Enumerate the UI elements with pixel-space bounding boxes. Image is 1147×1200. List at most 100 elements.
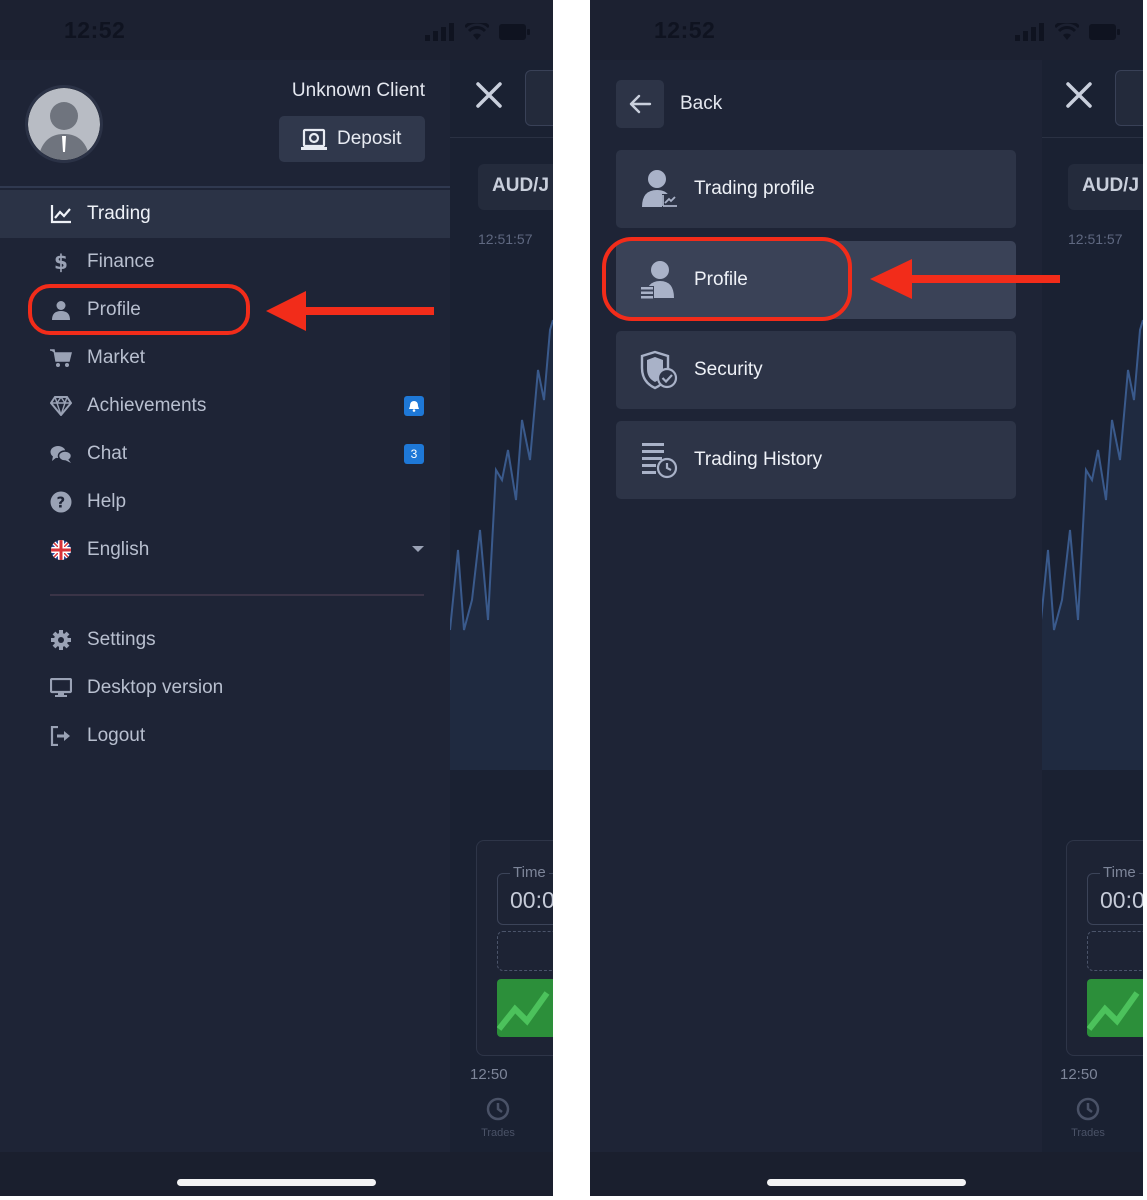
menu-item-help[interactable]: ? Help bbox=[0, 478, 450, 526]
background-trading-app: AUD/J 12:51:57 Time 00:0 12:50 Trades bbox=[450, 60, 553, 1152]
home-indicator-area bbox=[590, 1152, 1143, 1196]
menu-item-finance[interactable]: $ Finance bbox=[0, 238, 450, 286]
menu-label-logout: Logout bbox=[87, 725, 146, 746]
amount-field[interactable] bbox=[1087, 931, 1143, 971]
time-field-value: 00:0 bbox=[510, 887, 553, 913]
client-name: Unknown Client bbox=[291, 80, 425, 101]
menu-label-finance: Finance bbox=[87, 251, 155, 272]
question-icon: ? bbox=[50, 491, 72, 513]
up-trend-icon bbox=[1086, 991, 1140, 1031]
achievements-badge bbox=[404, 396, 424, 416]
menu-label-help: Help bbox=[87, 491, 127, 512]
trading-profile-icon bbox=[642, 170, 677, 208]
menu-label-language: English bbox=[87, 539, 150, 560]
home-indicator[interactable] bbox=[767, 1179, 966, 1186]
status-icons bbox=[1015, 22, 1121, 42]
back-label: Back bbox=[680, 93, 723, 114]
wifi-icon bbox=[465, 23, 489, 40]
back-button[interactable]: Back bbox=[616, 80, 722, 128]
main-menu: Trading $ Finance Profile Market Achieve… bbox=[0, 190, 450, 760]
time-field[interactable]: Time 00:0 bbox=[497, 864, 553, 925]
menu-label-market: Market bbox=[87, 347, 146, 368]
status-bar: 12:52 bbox=[590, 0, 1143, 60]
amount-field[interactable] bbox=[497, 931, 553, 971]
trades-tab[interactable]: Trades bbox=[476, 1096, 520, 1139]
bg-asset-chip[interactable] bbox=[525, 70, 553, 126]
menu-label-chat: Chat bbox=[87, 443, 128, 464]
menu-label-achievements: Achievements bbox=[87, 395, 207, 416]
deposit-icon bbox=[301, 128, 327, 150]
svg-text:$: $ bbox=[54, 251, 68, 273]
back-icon-button[interactable] bbox=[616, 80, 664, 128]
buy-button[interactable] bbox=[1086, 979, 1143, 1037]
deposit-label: Deposit bbox=[337, 128, 402, 149]
bg-asset-selector[interactable]: AUD/J bbox=[478, 164, 553, 210]
bg-trade-panel: Time 00:0 bbox=[1066, 840, 1143, 1056]
menu-item-chat[interactable]: Chat 3 bbox=[0, 430, 450, 478]
submenu-label-trading-history: Trading History bbox=[694, 449, 823, 470]
avatar[interactable] bbox=[25, 85, 103, 163]
home-indicator-area bbox=[0, 1152, 553, 1196]
submenu-label-profile: Profile bbox=[694, 269, 748, 290]
menu-item-desktop-version[interactable]: Desktop version bbox=[0, 664, 450, 712]
bell-icon bbox=[409, 401, 419, 412]
asset-name: AUD/J bbox=[1082, 175, 1140, 196]
menu-label-trading: Trading bbox=[87, 203, 151, 224]
time-field-label: Time bbox=[1100, 864, 1139, 881]
bg-header bbox=[450, 60, 553, 138]
home-indicator[interactable] bbox=[177, 1179, 376, 1186]
menu-label-profile: Profile bbox=[87, 299, 141, 320]
menu-item-market[interactable]: Market bbox=[0, 334, 450, 382]
price-chart bbox=[1040, 319, 1143, 770]
submenu-security[interactable]: Security bbox=[616, 331, 1016, 409]
dollar-icon: $ bbox=[54, 251, 68, 273]
wifi-icon bbox=[1055, 23, 1079, 40]
time-field[interactable]: Time 00:0 bbox=[1087, 864, 1143, 925]
bg-asset-selector[interactable]: AUD/J bbox=[1068, 164, 1143, 210]
menu-item-trading[interactable]: Trading bbox=[0, 190, 450, 238]
trades-label: Trades bbox=[481, 1127, 515, 1139]
history-icon bbox=[486, 1097, 510, 1121]
monitor-icon bbox=[50, 678, 72, 697]
uk-flag-icon bbox=[51, 540, 71, 560]
submenu-label-security: Security bbox=[694, 359, 763, 380]
menu-label-desktop-version: Desktop version bbox=[87, 677, 224, 698]
bg-clock: 12:51:57 bbox=[1068, 231, 1123, 247]
price-chart bbox=[450, 319, 553, 770]
bg-asset-chip[interactable] bbox=[1115, 70, 1143, 126]
profile-submenu-drawer: Back Trading profile Profile Security Tr… bbox=[590, 60, 1042, 1152]
menu-item-achievements[interactable]: Achievements bbox=[0, 382, 450, 430]
close-icon[interactable] bbox=[474, 80, 504, 110]
menu-item-language[interactable]: English bbox=[0, 526, 450, 574]
red-arrow-icon bbox=[870, 259, 1060, 299]
buy-button[interactable] bbox=[496, 979, 553, 1037]
chat-icon bbox=[50, 446, 72, 463]
close-icon[interactable] bbox=[1064, 80, 1094, 110]
deposit-button[interactable]: Deposit bbox=[279, 116, 425, 162]
status-icons bbox=[425, 22, 531, 42]
menu-item-settings[interactable]: Settings bbox=[0, 616, 450, 664]
up-trend-icon bbox=[496, 991, 550, 1031]
submenu-trading-profile[interactable]: Trading profile bbox=[616, 150, 1016, 228]
shield-check-icon bbox=[640, 350, 678, 390]
menu-divider bbox=[50, 594, 424, 596]
status-bar: 12:52 bbox=[0, 0, 553, 60]
menu-item-logout[interactable]: Logout bbox=[0, 712, 450, 760]
history-list-icon bbox=[642, 443, 678, 479]
bg-trade-panel: Time 00:0 bbox=[476, 840, 553, 1056]
trades-tab[interactable]: Trades bbox=[1066, 1096, 1110, 1139]
bg-header bbox=[1040, 60, 1143, 138]
user-icon bbox=[52, 301, 70, 320]
diamond-icon bbox=[50, 396, 72, 416]
trades-label: Trades bbox=[1071, 1127, 1105, 1139]
arrow-left-icon bbox=[629, 94, 652, 114]
status-time: 12:52 bbox=[64, 17, 126, 43]
asset-name: AUD/J bbox=[492, 175, 550, 196]
svg-text:?: ? bbox=[57, 494, 66, 512]
submenu-trading-history[interactable]: Trading History bbox=[616, 421, 1016, 499]
profile-card-icon bbox=[640, 261, 674, 299]
signal-icon bbox=[425, 23, 454, 41]
signal-icon bbox=[1015, 23, 1044, 41]
chevron-down-icon[interactable] bbox=[412, 546, 424, 552]
avatar-silhouette-icon bbox=[28, 88, 100, 160]
